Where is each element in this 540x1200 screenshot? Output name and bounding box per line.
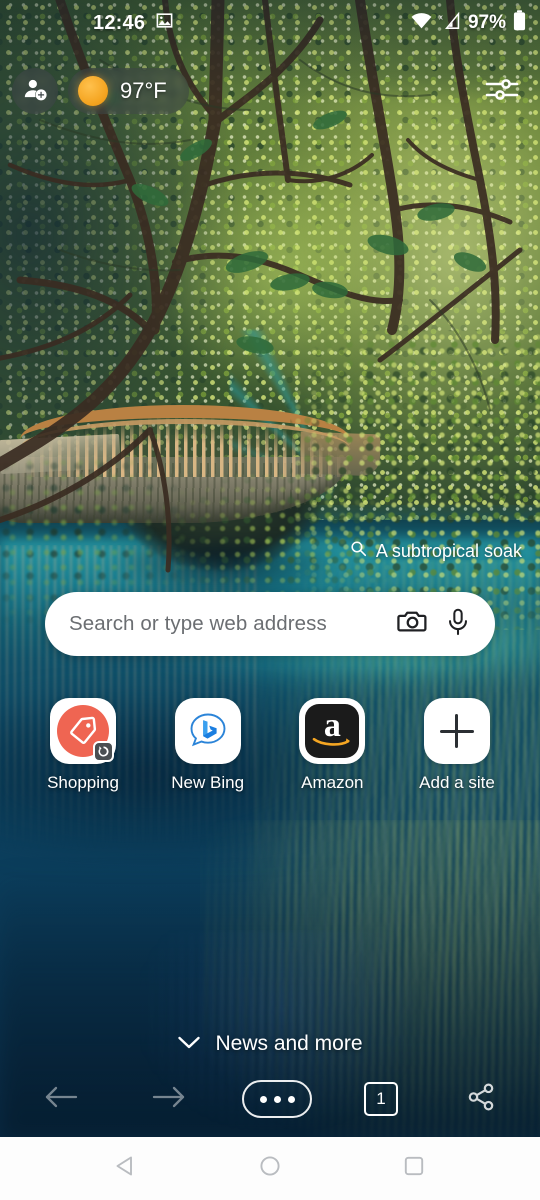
shortcut-label: Shopping [47,773,119,792]
battery-percent: 97% [467,12,506,33]
cellular-no-sim-icon: x [439,11,461,35]
weather-temperature: 97°F [120,78,167,103]
add-profile-button[interactable] [12,68,58,114]
wallpaper-credit[interactable]: A subtropical soak [350,540,522,562]
shortcut-tiles: Shopping New Bing a Amazon Add a site [0,698,540,793]
more-options-icon [259,1095,267,1103]
nav-recents-square-icon [402,1154,426,1183]
search-icon [350,540,367,562]
shortcut-tile-add-a-site[interactable]: Add a site [419,698,495,793]
browser-toolbar: 1 [0,1068,540,1130]
status-bar-clock: 12:46 [93,11,146,34]
news-and-more-label: News and more [215,1032,363,1055]
android-navigation-bar [0,1137,540,1200]
forward-button[interactable] [144,1074,194,1124]
tab-switcher-button[interactable]: 1 [364,1082,398,1116]
search-input-placeholder[interactable]: Search or type web address [69,612,389,636]
news-and-more-button[interactable]: News and more [0,1024,540,1064]
camera-icon [396,606,428,642]
sun-icon [78,76,108,106]
nav-home-button[interactable] [250,1149,290,1189]
wifi-icon [411,12,432,34]
plus-icon [423,698,490,764]
weather-chip[interactable]: 97°F [68,68,189,114]
wallpaper-credit-text: A subtropical soak [375,540,522,561]
voice-search-button[interactable] [435,601,481,647]
wallpaper-grade [0,0,540,1137]
shortcut-label: New Bing [171,773,245,792]
more-options-button[interactable] [242,1080,312,1118]
tab-count: 1 [376,1089,386,1108]
browser-new-tab-page: 12:46 x 97% 97°F A subtropical soak Sear… [0,0,540,1200]
nav-home-circle-icon [258,1154,282,1183]
bing-chat-icon [182,705,234,757]
wallpaper-image [0,0,540,1137]
top-chip-row: 97°F [0,64,540,118]
arrow-right-icon [152,1084,186,1115]
svg-text:x: x [439,12,443,21]
nav-back-button[interactable] [106,1149,146,1189]
shortcut-tile-amazon[interactable]: a Amazon [295,698,369,793]
search-bar[interactable]: Search or type web address [45,592,495,656]
amazon-a-icon: a [305,704,360,758]
share-button[interactable] [458,1076,504,1122]
share-icon [466,1082,496,1117]
back-button[interactable] [36,1074,86,1124]
status-bar: 12:46 x 97% [0,0,540,46]
sliders-settings-icon [485,74,519,109]
camera-search-button[interactable] [389,601,435,647]
arrow-left-icon [44,1084,78,1115]
nav-back-triangle-icon [114,1154,138,1183]
shortcut-tile-shopping[interactable]: Shopping [46,698,120,793]
shortcut-label: Amazon [301,773,364,792]
microphone-icon [444,608,472,641]
add-profile-icon [22,76,48,107]
nav-recents-button[interactable] [394,1149,434,1189]
refresh-badge-icon [93,741,114,762]
shortcut-label: Add a site [419,773,495,792]
settings-button[interactable] [480,69,524,113]
shortcut-tile-new-bing[interactable]: New Bing [171,698,245,793]
chevron-down-icon [177,1032,201,1056]
battery-icon [513,10,526,36]
image-icon [155,11,174,35]
